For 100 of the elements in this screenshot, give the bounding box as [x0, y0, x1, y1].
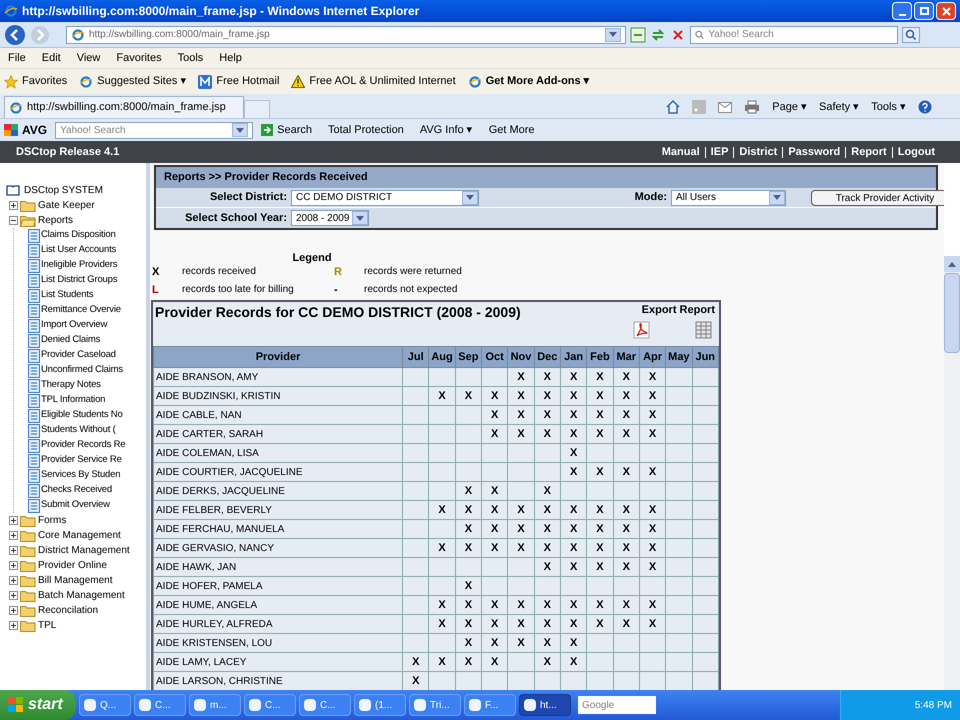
restore-button[interactable] [914, 2, 934, 20]
tree-report-item[interactable]: List Students [41, 288, 94, 303]
pdf-export-icon[interactable] [633, 320, 651, 338]
dropdown-caret-icon[interactable] [769, 190, 785, 204]
taskbar-button[interactable]: (1... [354, 694, 406, 716]
scroll-up-icon[interactable] [948, 262, 956, 266]
close-button[interactable] [936, 2, 956, 20]
tree-report-item[interactable]: Therapy Notes [41, 378, 101, 393]
taskbar-button[interactable]: Q... [79, 694, 131, 716]
favorites-bar-item[interactable]: Get More Add-ons ▾ [468, 73, 590, 90]
collapse-icon[interactable] [9, 216, 18, 225]
tree-report-item[interactable]: Provider Records Re [41, 438, 126, 453]
tree-folder-item[interactable]: Reports [38, 213, 74, 228]
spreadsheet-export-icon[interactable] [695, 320, 713, 338]
header-link[interactable]: Password [782, 146, 846, 158]
taskbar-button[interactable]: ht... [519, 694, 571, 716]
expand-icon[interactable] [9, 606, 18, 615]
tree-folder-item[interactable]: Gate Keeper [38, 198, 95, 213]
favorites-bar-item[interactable]: Favorites [4, 73, 68, 90]
tree-report-item[interactable]: TPL Information [41, 393, 106, 408]
tree-report-item[interactable]: Provider Caseload [41, 348, 116, 363]
track-activity-button[interactable]: Track Provider Activity [811, 190, 944, 206]
home-icon[interactable] [666, 100, 680, 114]
favorites-bar-item[interactable]: Free AOL & Unlimited Internet [291, 73, 456, 90]
dropdown-caret-icon[interactable] [232, 123, 248, 137]
tree-report-item[interactable]: List District Groups [41, 273, 118, 288]
expand-icon[interactable] [9, 591, 18, 600]
tree-folder-item[interactable]: Forms [38, 513, 66, 528]
header-link[interactable]: Manual [656, 146, 705, 158]
address-field[interactable]: http://swbilling.com:8000/main_frame.jsp [66, 26, 626, 44]
header-link[interactable]: District [733, 146, 782, 158]
header-link[interactable]: Report [845, 146, 892, 158]
tree-report-item[interactable]: Ineligible Providers [41, 258, 118, 273]
start-button[interactable]: start [0, 690, 76, 720]
menu-item[interactable]: Tools [178, 50, 204, 66]
scrollbar-thumb[interactable] [944, 273, 960, 353]
favorites-bar-item[interactable]: Free Hotmail [198, 73, 280, 90]
tree-root[interactable]: DSCtop SYSTEM [24, 183, 103, 198]
toolbar-search-box[interactable]: Yahoo! Search [55, 122, 254, 138]
dropdown-caret-icon[interactable] [462, 190, 478, 204]
taskbar-button[interactable]: C... [244, 694, 296, 716]
tree-folder-item[interactable]: Batch Management [38, 588, 125, 603]
mode-select[interactable]: All Users [671, 190, 786, 206]
mail-icon[interactable] [718, 102, 732, 112]
tree-report-item[interactable]: Provider Service Re [41, 453, 122, 468]
tree-folder-item[interactable]: Reconcilation [38, 603, 98, 618]
toolbar-item[interactable]: Total Protection [328, 122, 404, 138]
search-icon[interactable] [902, 26, 920, 42]
menu-item[interactable]: Favorites [116, 50, 162, 66]
tree-report-item[interactable]: Students Without ( [41, 423, 116, 438]
vertical-scrollbar[interactable] [944, 256, 960, 690]
command-bar-item[interactable]: Page ▾ [772, 98, 807, 116]
expand-icon[interactable] [9, 531, 18, 540]
taskbar-button[interactable]: C... [134, 694, 186, 716]
help-icon[interactable] [918, 100, 932, 114]
menu-item[interactable]: View [76, 50, 100, 66]
tree-folder-item[interactable]: Provider Online [38, 558, 107, 573]
menu-item[interactable]: Help [219, 50, 242, 66]
expand-icon[interactable] [9, 516, 18, 525]
taskbar-button[interactable]: m... [189, 694, 241, 716]
taskbar-button[interactable]: Tri... [409, 694, 461, 716]
favorites-bar-item[interactable]: Suggested Sites ▾ [79, 73, 186, 90]
toolbar-item[interactable]: Get More [488, 122, 535, 138]
tree-folder-item[interactable]: Core Management [38, 528, 121, 543]
tree-report-item[interactable]: Services By Studen [41, 468, 120, 483]
toolbar-search-button[interactable]: Search [261, 122, 312, 138]
taskbar-search-field[interactable]: Google [578, 696, 656, 714]
back-button[interactable] [4, 24, 26, 46]
district-select[interactable]: CC DEMO DISTRICT [291, 190, 479, 206]
command-bar-item[interactable]: Safety ▾ [819, 98, 860, 116]
toolbar-item[interactable]: AVG Info ▾ [420, 122, 473, 138]
tree-report-item[interactable]: Unconfirmed Claims [41, 363, 123, 378]
tree-folder-item[interactable]: District Management [38, 543, 130, 558]
tree-report-item[interactable]: Remittance Overvie [41, 303, 121, 318]
expand-icon[interactable] [9, 561, 18, 570]
tree-report-item[interactable]: Import Overview [41, 318, 108, 333]
taskbar-button[interactable]: C... [299, 694, 351, 716]
tree-report-item[interactable]: Checks Received [41, 483, 112, 498]
dropdown-caret-icon[interactable] [352, 211, 368, 225]
expand-icon[interactable] [9, 201, 18, 210]
tree-report-item[interactable]: Claims Disposition [41, 228, 116, 243]
tree-folder-item[interactable]: Bill Management [38, 573, 112, 588]
tree-folder-item[interactable]: TPL [38, 618, 56, 633]
tree-report-item[interactable]: Eligible Students No [41, 408, 123, 423]
command-bar-item[interactable]: Tools ▾ [871, 98, 906, 116]
search-box[interactable]: Yahoo! Search [690, 26, 898, 44]
expand-icon[interactable] [9, 576, 18, 585]
refresh-icon[interactable] [650, 26, 666, 42]
dropdown-caret-icon[interactable] [605, 28, 621, 42]
school-year-select[interactable]: 2008 - 2009 [291, 210, 369, 226]
search-field[interactable]: Yahoo! Search [708, 27, 893, 42]
browser-tab[interactable]: http://swbilling.com:8000/main_frame.jsp [4, 96, 244, 118]
tree-report-item[interactable]: List User Accounts [41, 243, 116, 258]
expand-icon[interactable] [9, 621, 18, 630]
menu-item[interactable]: File [8, 50, 26, 66]
taskbar-button[interactable]: F... [464, 694, 516, 716]
tree-report-item[interactable]: Denied Claims [41, 333, 100, 348]
tree-report-item[interactable]: Submit Overview [41, 498, 110, 513]
menu-item[interactable]: Edit [42, 50, 61, 66]
expand-icon[interactable] [9, 546, 18, 555]
